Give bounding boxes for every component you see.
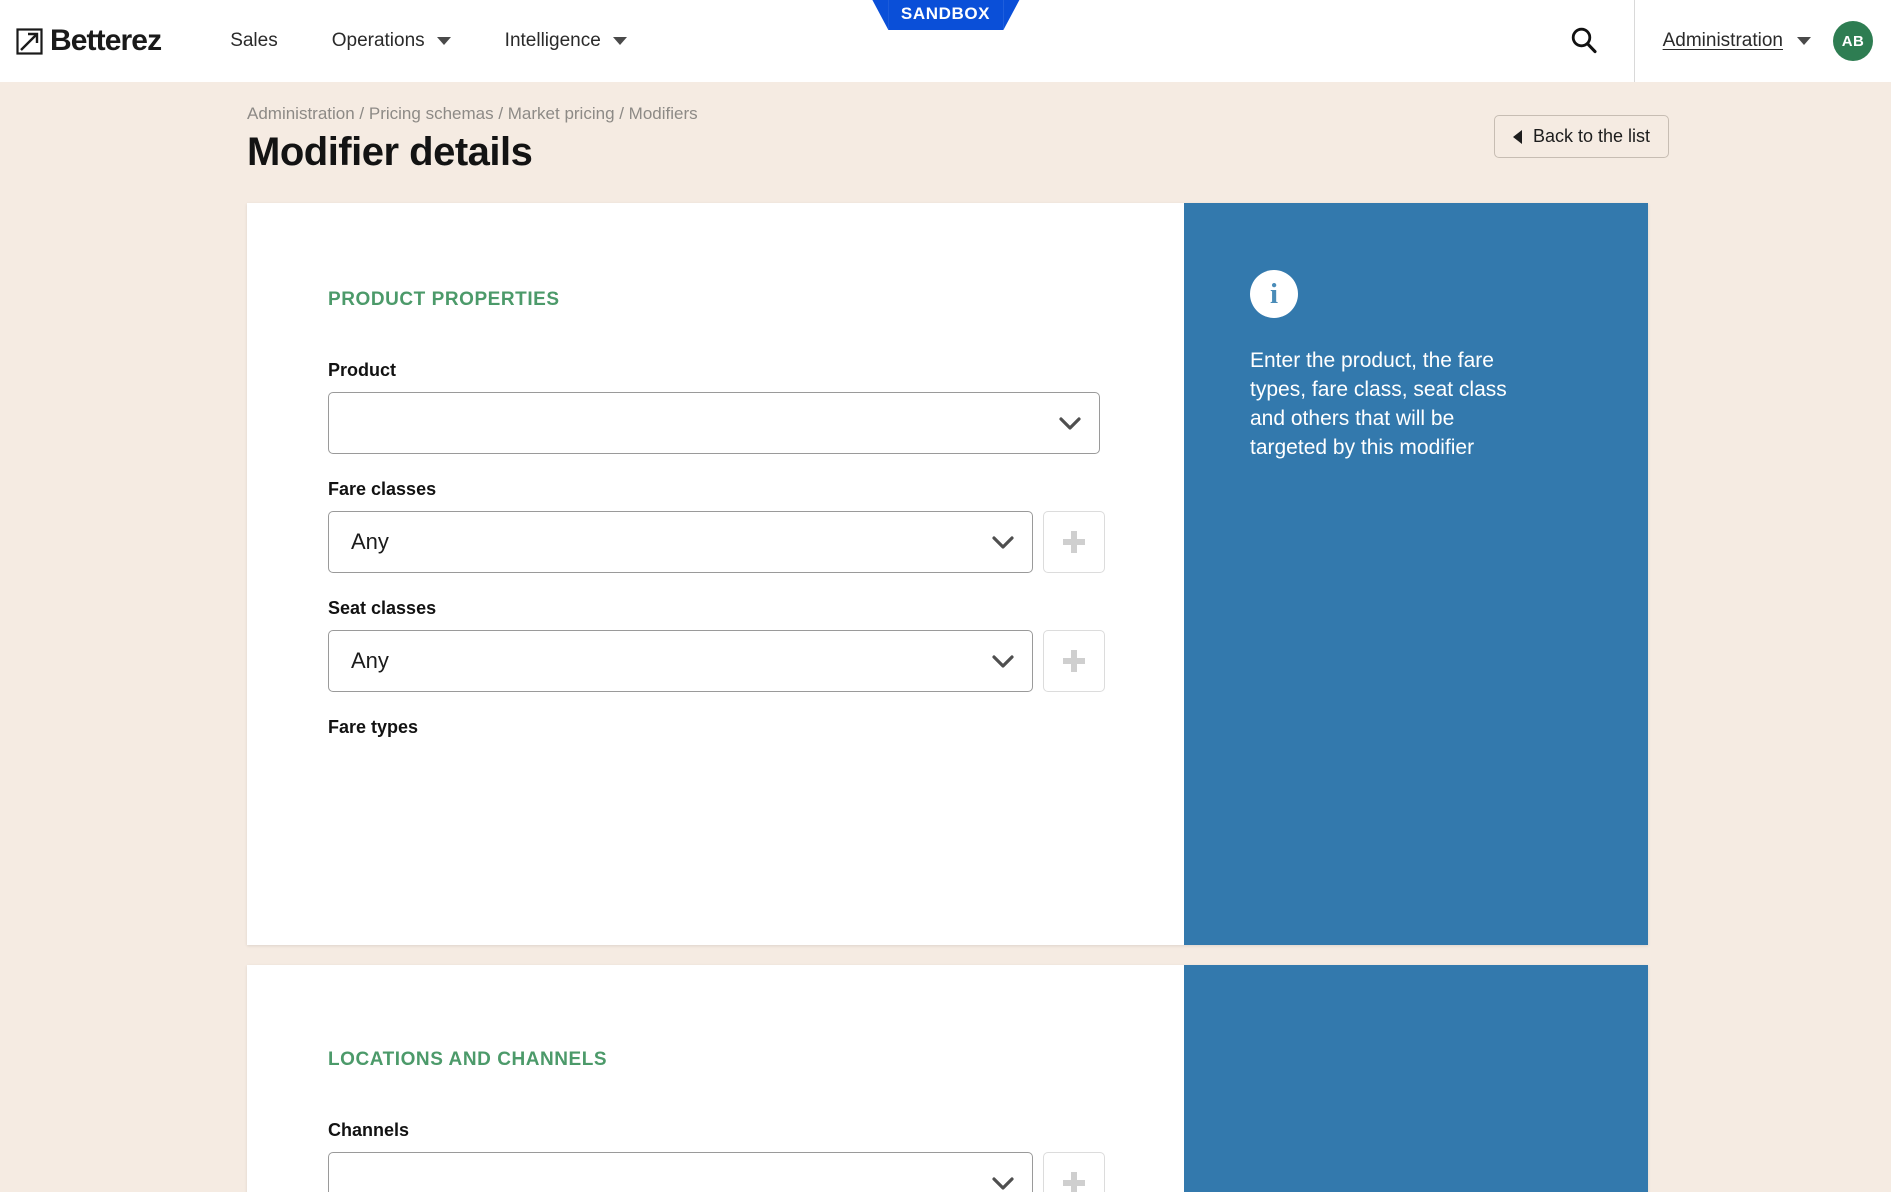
sandbox-environment-banner: SANDBOX — [871, 0, 1020, 30]
top-navigation-bar: Betterez Sales Operations Intelligence A… — [0, 0, 1891, 82]
field-seat-classes-label: Seat classes — [328, 598, 437, 618]
nav-right-cluster: Administration AB — [1534, 0, 1891, 82]
ribbon-tail-left — [871, 0, 888, 30]
field-product-label: Product — [328, 360, 397, 380]
chevron-down-icon — [992, 535, 1014, 549]
brand-logo[interactable]: Betterez — [16, 24, 162, 58]
product-properties-fields: Product Fare classes Any Seat classes An… — [328, 360, 1105, 763]
search-button[interactable] — [1534, 25, 1634, 57]
back-to-list-button[interactable]: Back to the list — [1493, 115, 1669, 158]
field-product-row — [328, 392, 1105, 454]
avatar[interactable]: AB — [1833, 21, 1873, 61]
chevron-down-icon — [436, 37, 451, 45]
account-name-label[interactable]: Administration — [1663, 30, 1783, 52]
field-product: Product — [328, 360, 1105, 454]
plus-icon — [1063, 531, 1085, 553]
nav-item-sales[interactable]: Sales — [203, 0, 305, 82]
field-seat-classes-row: Any — [328, 630, 1105, 692]
plus-icon — [1063, 650, 1085, 672]
chevron-down-icon — [612, 37, 627, 45]
locations-and-channels-fields: Channels — [328, 1120, 1105, 1192]
product-properties-card: PRODUCT PROPERTIES Product Fare classes — [247, 203, 1648, 945]
plus-icon — [1063, 1172, 1085, 1192]
locations-and-channels-form: LOCATIONS AND CHANNELS Channels — [247, 965, 1184, 1192]
field-channels-row — [328, 1152, 1105, 1192]
product-properties-form: PRODUCT PROPERTIES Product Fare classes — [247, 203, 1184, 945]
search-icon — [1571, 27, 1597, 54]
chevron-down-icon — [1059, 416, 1081, 430]
arrow-left-icon — [1512, 129, 1522, 144]
sandbox-label: SANDBOX — [887, 0, 1004, 30]
info-panel-text: Enter the product, the fare types, fare … — [1250, 349, 1507, 459]
account-menu[interactable]: Administration AB — [1633, 0, 1891, 82]
channels-select[interactable] — [328, 1152, 1033, 1192]
info-icon-glyph: i — [1269, 277, 1279, 310]
arrow-square-logo-icon — [16, 27, 43, 55]
nav-item-intelligence[interactable]: Intelligence — [478, 0, 654, 82]
main-menu: Sales Operations Intelligence — [203, 0, 654, 82]
add-channel-button[interactable] — [1043, 1152, 1105, 1192]
seat-classes-select-value: Any — [351, 648, 389, 673]
nav-item-operations-label: Operations — [331, 30, 425, 51]
chevron-down-icon — [992, 654, 1014, 668]
section-title-product-properties: PRODUCT PROPERTIES — [328, 289, 560, 310]
field-seat-classes: Seat classes Any — [328, 598, 1105, 692]
field-channels-label: Channels — [328, 1120, 410, 1140]
fare-classes-select-value: Any — [351, 529, 389, 554]
back-to-list-label: Back to the list — [1532, 126, 1650, 146]
brand-name: Betterez — [50, 24, 162, 57]
page-header: Administration / Pricing schemas / Marke… — [0, 82, 1891, 175]
chevron-down-icon — [992, 1176, 1014, 1190]
field-fare-classes-label: Fare classes — [328, 479, 437, 499]
add-fare-class-button[interactable] — [1043, 511, 1105, 573]
add-seat-class-button[interactable] — [1043, 630, 1105, 692]
locations-and-channels-card: LOCATIONS AND CHANNELS Channels — [247, 965, 1648, 1192]
field-fare-types-label: Fare types — [328, 717, 419, 737]
field-fare-types: Fare types — [328, 717, 1105, 738]
section-title-locations-and-channels: LOCATIONS AND CHANNELS — [328, 1049, 608, 1070]
ribbon-tail-right — [1003, 0, 1020, 30]
fare-classes-select[interactable]: Any — [328, 511, 1033, 573]
locations-and-channels-info-panel — [1184, 965, 1648, 1192]
field-fare-classes-row: Any — [328, 511, 1105, 573]
nav-item-operations[interactable]: Operations — [305, 0, 478, 82]
chevron-down-icon — [1797, 37, 1811, 45]
field-fare-classes: Fare classes Any — [328, 479, 1105, 573]
product-properties-info-panel: i Enter the product, the fare types, far… — [1184, 203, 1648, 945]
info-icon: i — [1250, 270, 1298, 318]
product-select[interactable] — [328, 392, 1100, 454]
nav-item-sales-label: Sales — [230, 30, 278, 51]
seat-classes-select[interactable]: Any — [328, 630, 1033, 692]
nav-item-intelligence-label: Intelligence — [504, 30, 601, 51]
field-channels: Channels — [328, 1120, 1105, 1192]
